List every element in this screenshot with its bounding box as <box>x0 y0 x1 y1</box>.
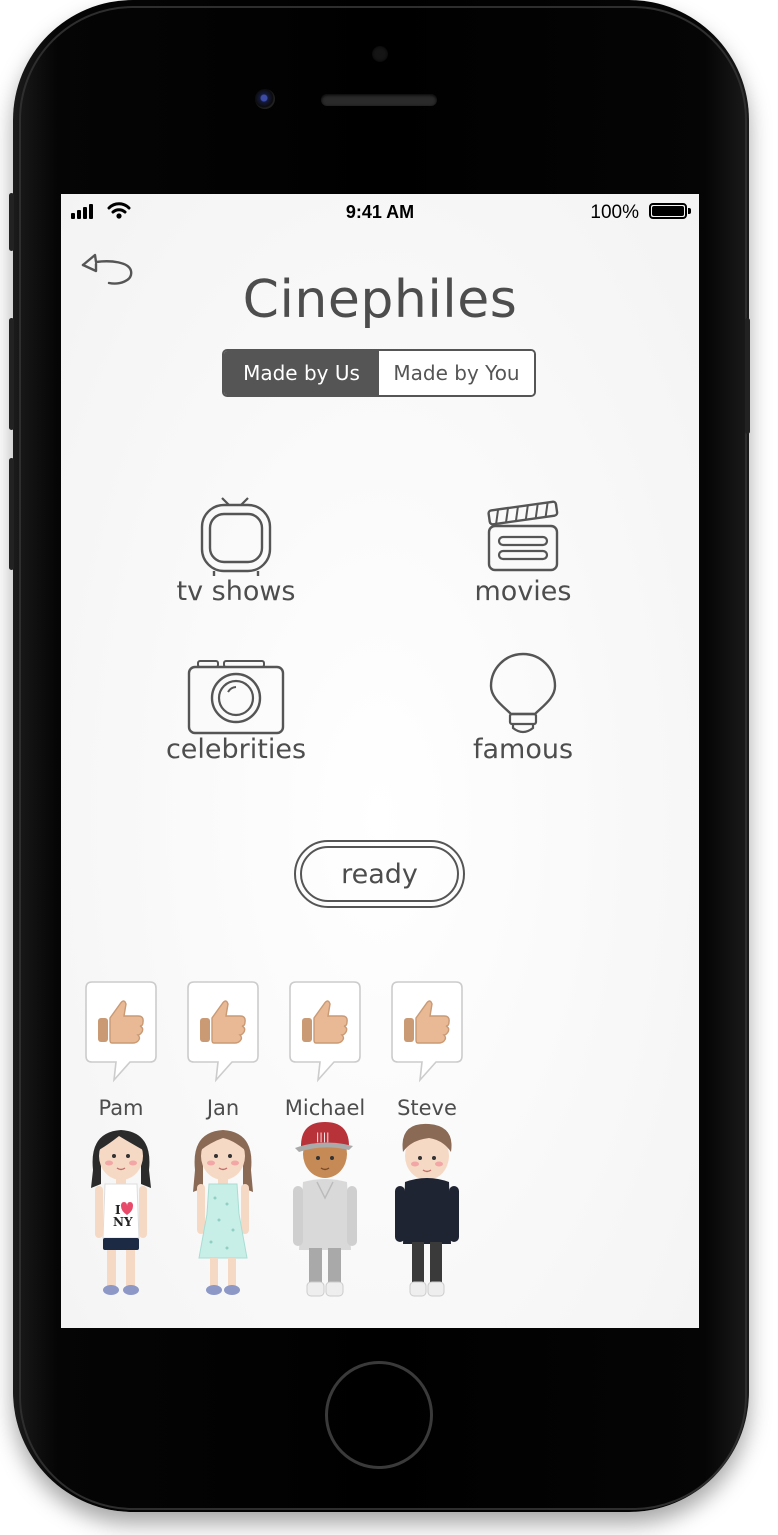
player-jan: Jan <box>171 980 275 1310</box>
mute-switch <box>9 193 14 251</box>
category-label: tv shows <box>176 576 296 607</box>
player-steve: Steve <box>375 980 479 1310</box>
lightbulb-icon <box>489 652 557 734</box>
boy-avatar-icon <box>395 1123 459 1297</box>
category-label: celebrities <box>165 734 307 765</box>
player-michael: Michael |||| <box>273 980 377 1310</box>
category-label: movies <box>474 576 572 607</box>
volume-up-button <box>9 318 14 430</box>
thumbs-up-bubble-icon <box>391 981 463 1083</box>
front-camera <box>255 89 275 109</box>
segment-made-by-us[interactable]: Made by Us <box>224 351 379 395</box>
battery-tip <box>688 208 691 214</box>
category-movies[interactable]: movies <box>413 494 633 607</box>
player-name: Steve <box>397 1096 457 1120</box>
proximity-sensor <box>372 46 388 62</box>
app-screen: 9:41 AM 100% Cinephiles Made by Us Made … <box>61 194 699 1328</box>
category-famous[interactable]: famous <box>413 652 633 765</box>
svg-text:||||: |||| <box>316 1132 329 1143</box>
player-pam: Pam I NY <box>69 980 173 1310</box>
girl-avatar-icon <box>193 1130 253 1295</box>
ready-button[interactable]: ready <box>294 840 465 908</box>
earpiece-speaker <box>321 94 437 106</box>
camera-icon <box>187 660 285 735</box>
player-name: Jan <box>206 1096 240 1120</box>
battery-icon <box>649 203 687 219</box>
thumbs-up-bubble-icon <box>289 981 361 1083</box>
power-button <box>745 318 750 434</box>
thumbs-up-bubble-icon <box>187 981 259 1083</box>
player-name: Pam <box>98 1096 144 1120</box>
status-bar: 9:41 AM 100% <box>61 194 699 230</box>
tv-icon <box>200 497 272 576</box>
page-title: Cinephiles <box>242 270 518 330</box>
battery-percentage: 100% <box>590 202 639 223</box>
category-celebrities[interactable]: celebrities <box>126 656 346 765</box>
svg-text:NY: NY <box>113 1215 133 1229</box>
girl-avatar-icon: I NY <box>91 1130 151 1295</box>
ready-label: ready <box>300 846 459 902</box>
boy-avatar-icon: |||| <box>293 1122 357 1297</box>
category-tv-shows[interactable]: tv shows <box>126 494 346 607</box>
category-label: famous <box>472 734 574 765</box>
player-name: Michael <box>284 1096 366 1120</box>
clapperboard-icon <box>487 500 559 572</box>
source-segmented-control: Made by Us Made by You <box>222 349 536 397</box>
segment-made-by-you[interactable]: Made by You <box>379 351 534 395</box>
thumbs-up-bubble-icon <box>85 981 157 1083</box>
volume-down-button <box>9 458 14 570</box>
home-button[interactable] <box>325 1361 433 1469</box>
